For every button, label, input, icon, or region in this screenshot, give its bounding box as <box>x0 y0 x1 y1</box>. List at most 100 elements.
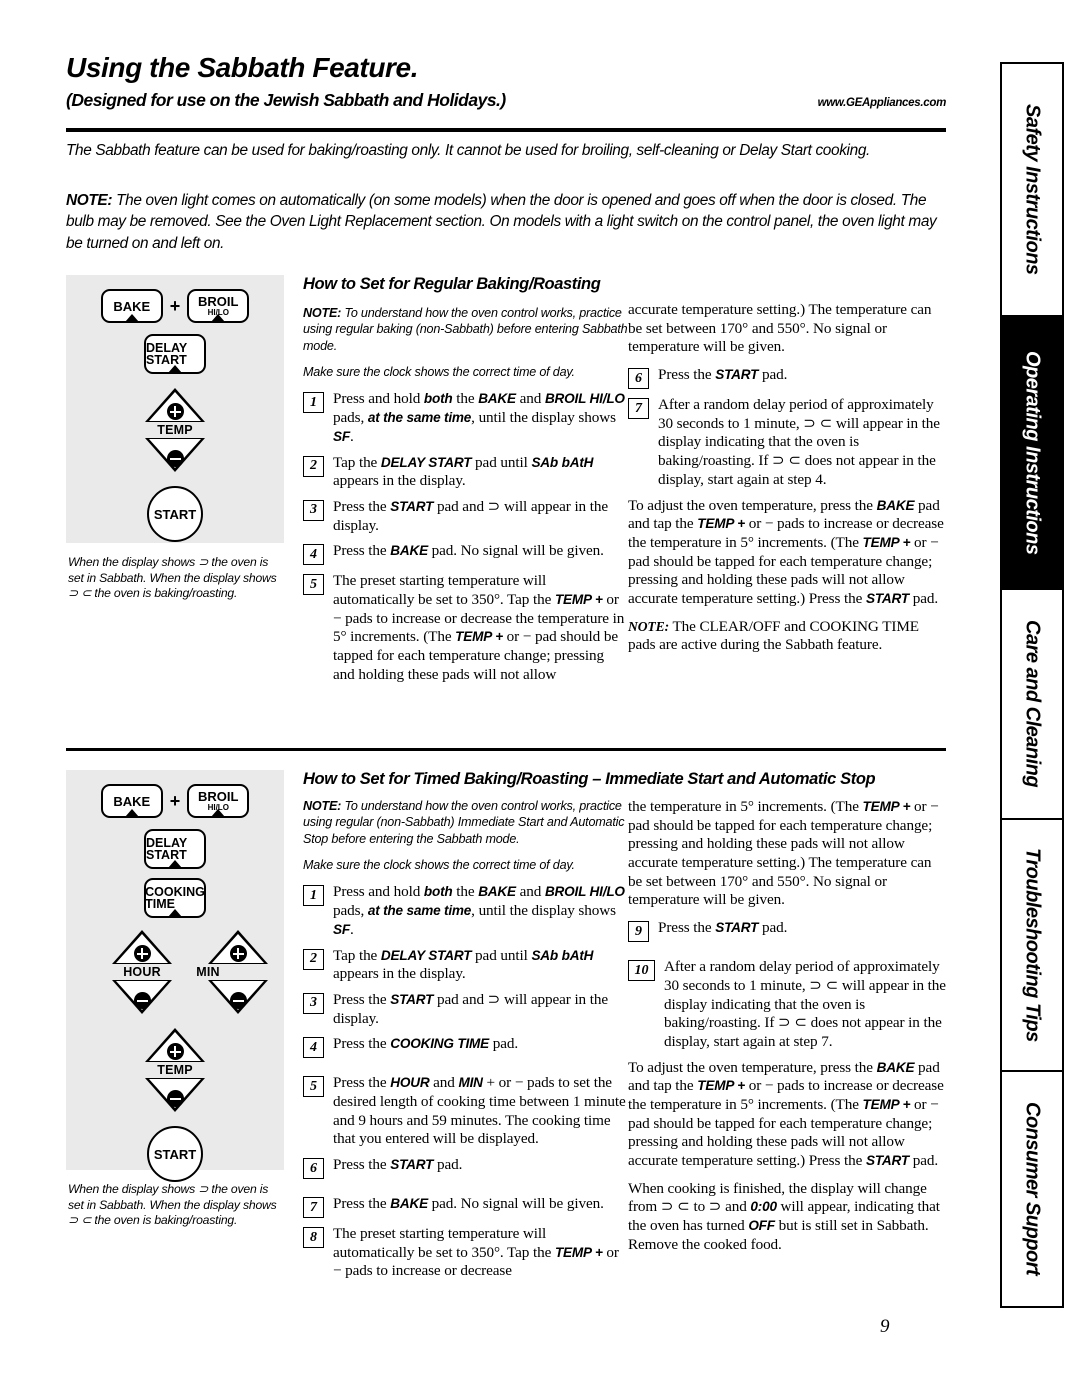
step-number: 10 <box>628 960 655 982</box>
delay-start-pad[interactable]: DELAY START <box>144 334 206 374</box>
section2-steps-left: 1 Press and hold both the BAKE and BROIL… <box>303 883 628 1281</box>
top-note-label: NOTE: <box>66 192 113 209</box>
step-number: 7 <box>303 1197 324 1218</box>
cooking-time-pad[interactable]: COOKING TIME <box>144 878 206 918</box>
start-pad[interactable]: START <box>147 486 203 542</box>
hour-down-arrow[interactable] <box>112 980 172 1014</box>
step-number: 5 <box>303 1076 324 1098</box>
step-number: 8 <box>303 1227 324 1248</box>
temp-up-arrow[interactable] <box>145 1028 205 1062</box>
sidebar-tab-troubleshooting-tips[interactable]: Troubleshooting Tips <box>1000 818 1064 1072</box>
step-text: Press the START pad and ⊃ will appear in… <box>333 990 609 1027</box>
step-item: 7 Press the BAKE pad. No signal will be … <box>303 1195 628 1218</box>
broil-pad-label: BROIL <box>198 789 239 804</box>
section1-bottom-note: NOTE: The CLEAR/OFF and COOKING TIME pad… <box>628 618 946 655</box>
step-text: Press and hold both the BAKE and BROIL H… <box>333 883 625 938</box>
step-item: 10 After a random delay period of approx… <box>628 958 946 1051</box>
bake-pad[interactable]: BAKE <box>100 289 163 323</box>
section-divider <box>66 748 946 751</box>
step-item: 9 Press the START pad. <box>628 919 946 943</box>
sidebar-tab-care-and-cleaning[interactable]: Care and Cleaning <box>1000 588 1064 820</box>
step-number: 9 <box>628 921 649 943</box>
step-text: Press the BAKE pad. No signal will be gi… <box>333 1195 604 1212</box>
broil-pad[interactable]: BROIL HI/LO <box>187 289 250 323</box>
temp-down-arrow[interactable] <box>145 1078 205 1112</box>
temp-down-arrow[interactable] <box>145 438 205 472</box>
sidebar-tab-label: Consumer Support <box>1021 1102 1044 1276</box>
step-number: 6 <box>303 1158 324 1179</box>
plus-icon <box>166 403 184 420</box>
step-text: The preset starting temperature will aut… <box>333 1225 619 1280</box>
step-item: 3 Press the START pad and ⊃ will appear … <box>303 991 628 1028</box>
section2-clock-note: Make sure the clock shows the correct ti… <box>303 858 575 873</box>
section2-finish-paragraph: When cooking is finished, the display wi… <box>628 1179 940 1253</box>
broil-pad-label: BROIL <box>198 294 239 309</box>
step-text: Press the BAKE pad. No signal will be gi… <box>333 542 604 560</box>
panel-caption-1: When the display shows ⊃ the oven is set… <box>68 555 277 601</box>
sidebar-tab-label: Operating Instructions <box>1021 350 1044 555</box>
plus-icon <box>133 945 151 962</box>
sidebar-tab-label: Care and Cleaning <box>1021 620 1044 788</box>
hour-min-arrows-up <box>82 930 268 964</box>
step-text: Press the START pad. <box>333 1156 463 1173</box>
minus-icon <box>166 450 184 467</box>
step-item: 6 Press the START pad. <box>628 366 946 390</box>
step-text: The preset starting temperature will aut… <box>333 572 625 683</box>
step-text: Press the HOUR and MIN + or − pads to se… <box>333 1074 626 1148</box>
step-number: 6 <box>628 368 649 390</box>
temp-up-arrow[interactable] <box>145 388 205 422</box>
section2-continuation: the temperature in 5° increments. (The T… <box>628 798 939 909</box>
start-pad[interactable]: START <box>147 1126 203 1182</box>
step-text: Press the START pad and ⊃ will appear in… <box>333 497 609 534</box>
section1-note-label: NOTE: <box>303 306 342 320</box>
step-item: 2 Tap the DELAY START pad until SAb bAtH… <box>303 947 628 984</box>
top-note: NOTE: The oven light comes on automatica… <box>66 190 946 254</box>
section1-right-column: accurate temperature setting.) The tempe… <box>628 301 946 664</box>
plus-symbol: + <box>169 295 181 316</box>
step-item: 6 Press the START pad. <box>303 1156 628 1179</box>
manual-page: Using the Sabbath Feature. (Designed for… <box>0 0 1080 1397</box>
bake-pad-label: BAKE <box>113 298 151 314</box>
delay-start-pad-label: DELAY START <box>146 835 187 862</box>
step-number: 7 <box>628 398 649 420</box>
step-number: 2 <box>303 948 324 970</box>
section1-note: NOTE: To understand how the oven control… <box>303 305 628 354</box>
start-pad-label: START <box>153 1146 197 1162</box>
plus-icon <box>166 1043 184 1060</box>
delay-start-pad[interactable]: DELAY START <box>144 829 206 869</box>
section1-clock-note: Make sure the clock shows the correct ti… <box>303 365 575 380</box>
min-down-arrow[interactable] <box>208 980 268 1014</box>
hour-up-arrow[interactable] <box>112 930 172 964</box>
sidebar-tab-operating-instructions[interactable]: Operating Instructions <box>1000 315 1064 590</box>
section2-note-text: To understand how the oven control works… <box>303 799 625 846</box>
section2-right-column: the temperature in 5° increments. (The T… <box>628 798 946 1263</box>
step-number: 1 <box>303 885 324 907</box>
sidebar-tab-consumer-support[interactable]: Consumer Support <box>1000 1070 1064 1308</box>
control-panel-diagram-1: BAKE + BROIL HI/LO DELAY START TEMP STAR… <box>66 275 284 543</box>
plus-icon <box>229 945 247 962</box>
section2-note: NOTE: To understand how the oven control… <box>303 798 628 847</box>
page-number: 9 <box>880 1316 890 1337</box>
step-number: 4 <box>303 1037 324 1059</box>
section2-adjust-paragraph: To adjust the oven temperature, press th… <box>628 1058 944 1169</box>
step-item: 7 After a random delay period of approxi… <box>628 396 946 489</box>
step-number: 4 <box>303 544 324 566</box>
bake-pad[interactable]: BAKE <box>100 784 163 818</box>
page-subtitle: (Designed for use on the Jewish Sabbath … <box>66 90 506 110</box>
page-header: Using the Sabbath Feature. (Designed for… <box>66 52 946 111</box>
cooking-time-pad-label: COOKING TIME <box>145 884 205 911</box>
temp-label: TEMP <box>157 423 193 437</box>
temp-arrow-group-2: TEMP <box>145 1028 205 1112</box>
minus-icon <box>166 1090 184 1107</box>
step-number: 1 <box>303 392 324 414</box>
broil-pad[interactable]: BROIL HI/LO <box>187 784 250 818</box>
step-item: 4 Press the BAKE pad. No signal will be … <box>303 542 628 566</box>
hour-min-arrows-down <box>82 980 268 1014</box>
min-up-arrow[interactable] <box>208 930 268 964</box>
sidebar-tab-safety-instructions[interactable]: Safety Instructions <box>1000 62 1064 317</box>
section1-steps-left: 1 Press and hold both the BAKE and BROIL… <box>303 390 628 684</box>
step-item: 3 Press the START pad and ⊃ will appear … <box>303 498 628 535</box>
section2-steps-right: 9 Press the START pad. 10 After a random… <box>628 919 946 1051</box>
step-item: 1 Press and hold both the BAKE and BROIL… <box>303 883 628 939</box>
min-label: MIN <box>196 965 220 979</box>
